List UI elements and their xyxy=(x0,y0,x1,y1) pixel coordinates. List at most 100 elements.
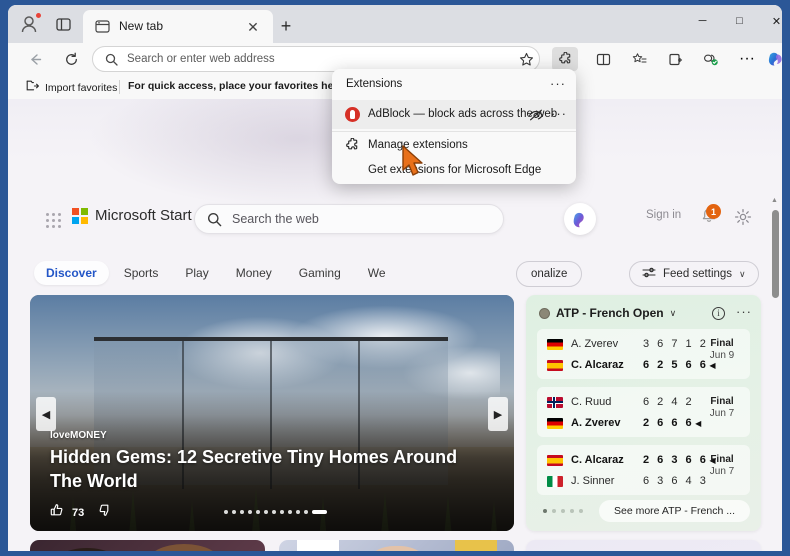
back-arrow-icon[interactable] xyxy=(22,47,48,71)
thumbs-up-icon[interactable] xyxy=(50,503,64,522)
feed-tab-sports[interactable]: Sports xyxy=(112,261,171,285)
match-row[interactable]: C. Alcaraz 2 6 3 6 6 ◀ J. Sinner 6 3 6 4… xyxy=(537,445,750,495)
microsoft-start-title: Microsoft Start xyxy=(95,207,192,224)
menu-item-adblock-more-button[interactable]: ··· xyxy=(551,106,567,121)
page-scrollbar[interactable]: ▲ xyxy=(768,193,782,551)
page-copilot-icon[interactable] xyxy=(564,203,596,235)
extensions-flyout-header: Extensions ··· xyxy=(332,69,576,100)
feed-settings-button[interactable]: Feed settings ∨ xyxy=(629,261,759,287)
atp-card-footer: See more ATP - French ... xyxy=(537,500,750,522)
flag-spain-icon xyxy=(547,359,563,371)
match-status: Final Jun 7 xyxy=(697,396,747,419)
new-tab-button[interactable]: + xyxy=(273,14,299,38)
feed-tab-discover[interactable]: Discover xyxy=(34,261,109,285)
profile-notification-dot xyxy=(35,12,42,19)
hero-like-count: 73 xyxy=(72,506,85,519)
browser-more-menu-button[interactable]: ··· xyxy=(734,47,760,71)
window-minimize-button[interactable]: ─ xyxy=(684,5,721,37)
player-name: C. Ruud xyxy=(571,396,612,408)
scrollbar-up-arrow[interactable]: ▲ xyxy=(771,197,778,204)
player-name: J. Sinner xyxy=(571,475,615,487)
feed-tab-play[interactable]: Play xyxy=(173,261,220,285)
gear-icon[interactable] xyxy=(734,208,752,226)
feed-tab-weather[interactable]: We xyxy=(356,261,398,285)
sign-in-button[interactable]: Sign in xyxy=(646,209,681,221)
tab-close-icon[interactable]: ✕ xyxy=(243,17,263,37)
player-score: 2 6 6 6 xyxy=(643,417,695,429)
extensions-flyout-more-button[interactable]: ··· xyxy=(550,76,566,91)
match-status: Final Jun 7 xyxy=(697,454,747,477)
reload-icon[interactable] xyxy=(58,47,84,71)
tab-actions-icon[interactable] xyxy=(50,12,76,36)
menu-item-get-extensions[interactable]: Get extensions for Microsoft Edge xyxy=(332,159,576,184)
match-status-label: Final xyxy=(710,396,734,407)
atp-card-more-button[interactable]: ··· xyxy=(736,304,752,319)
favorites-list-icon[interactable] xyxy=(626,47,652,71)
feed-settings-label: Feed settings xyxy=(663,268,733,280)
extensions-flyout-menu: Extensions ··· AdBlock — block ads acros… xyxy=(332,69,576,184)
see-more-button[interactable]: See more ATP - French ... xyxy=(599,500,750,522)
thumbs-down-icon[interactable] xyxy=(98,503,112,522)
atp-french-open-card[interactable]: ATP - French Open ∨ i ··· A. Zverev 3 6 … xyxy=(526,295,761,531)
hero-next-button[interactable]: ▶ xyxy=(488,397,508,431)
flag-italy-icon xyxy=(547,475,563,487)
eye-off-icon[interactable] xyxy=(528,107,544,122)
menu-divider xyxy=(332,131,576,132)
app-grid-icon[interactable] xyxy=(44,211,62,229)
card-portrait xyxy=(355,546,439,551)
personalize-label: onalize xyxy=(531,268,568,280)
window-maximize-button[interactable]: □ xyxy=(721,5,758,37)
import-favorites-label: Import favorites xyxy=(45,81,118,94)
browser-essentials-icon[interactable] xyxy=(698,47,724,71)
card-flag-right xyxy=(455,540,497,551)
player-name: A. Zverev xyxy=(571,338,619,350)
window-close-button[interactable]: ✕ xyxy=(758,5,782,37)
address-bar-placeholder: Search or enter web address xyxy=(127,53,275,65)
extensions-puzzle-piece-icon[interactable] xyxy=(552,47,578,71)
scrollbar-thumb[interactable] xyxy=(772,210,779,298)
bookmarks-hint-text: For quick access, place your favorites h… xyxy=(128,80,366,92)
article-card-movie[interactable] xyxy=(30,540,265,551)
menu-item-manage-extensions[interactable]: Manage extensions xyxy=(332,133,576,159)
browser-tab-new-tab[interactable]: New tab ✕ xyxy=(83,10,273,43)
atp-pagination-dots[interactable] xyxy=(543,509,583,513)
feed-tabs: Discover Sports Play Money Gaming We xyxy=(34,261,398,285)
import-favorites-icon xyxy=(26,79,39,97)
import-favorites-button[interactable]: Import favorites xyxy=(20,78,123,97)
microsoft-start-logo[interactable]: Microsoft Start xyxy=(72,207,192,224)
match-date: Jun 9 xyxy=(709,350,735,361)
player-name: C. Alcaraz xyxy=(571,359,624,371)
tab-title: New tab xyxy=(119,19,164,33)
search-input-placeholder: Search the web xyxy=(232,212,319,226)
card-figure-left-hair xyxy=(50,548,124,551)
search-input[interactable]: Search the web xyxy=(194,204,504,234)
hero-carousel-dots[interactable] xyxy=(224,510,327,514)
sliders-icon xyxy=(642,266,656,282)
star-icon[interactable] xyxy=(513,47,539,71)
markets-card[interactable]: Markets ··· W1DOW Dow Jones Global Index… xyxy=(526,540,761,551)
personalize-button[interactable]: onalize xyxy=(516,261,583,287)
article-card-news[interactable] xyxy=(279,540,514,551)
tennis-ball-icon xyxy=(539,307,550,319)
chevron-down-icon[interactable]: ∨ xyxy=(670,308,677,319)
hero-headline: Hidden Gems: 12 Secretive Tiny Homes Aro… xyxy=(50,447,458,491)
search-icon xyxy=(105,53,118,66)
info-icon[interactable]: i xyxy=(712,307,725,320)
match-row[interactable]: C. Ruud 6 2 4 2 A. Zverev 2 6 6 6 ◀ Fina… xyxy=(537,387,750,437)
match-row[interactable]: A. Zverev 3 6 7 1 2 C. Alcaraz 6 2 5 6 6… xyxy=(537,329,750,379)
atp-card-header[interactable]: ATP - French Open ∨ xyxy=(539,306,676,320)
feed-tab-money[interactable]: Money xyxy=(224,261,284,285)
player-score: 6 2 4 2 xyxy=(643,396,695,408)
match-status: Final Jun 9 xyxy=(697,338,747,361)
copilot-icon[interactable] xyxy=(762,46,782,72)
collections-icon[interactable] xyxy=(662,47,688,71)
split-screen-icon[interactable] xyxy=(590,47,616,71)
feed-tab-gaming[interactable]: Gaming xyxy=(287,261,353,285)
card-flag-left xyxy=(297,540,339,551)
chevron-down-icon: ∨ xyxy=(739,268,746,279)
flag-germany-icon xyxy=(547,417,563,429)
hero-article-card[interactable]: loveMONEY Hidden Gems: 12 Secretive Tiny… xyxy=(30,295,514,531)
markets-card-more-button[interactable]: ··· xyxy=(736,549,752,551)
hero-prev-button[interactable]: ◀ xyxy=(36,397,56,431)
menu-item-adblock[interactable]: AdBlock — block ads across the web ··· xyxy=(332,100,576,129)
